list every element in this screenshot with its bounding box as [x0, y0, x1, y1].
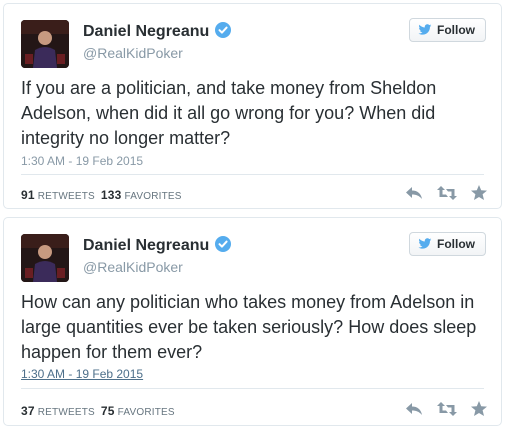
reply-icon[interactable] [405, 186, 423, 200]
twitter-bird-icon [418, 24, 432, 35]
user-name[interactable]: Daniel Negreanu [83, 22, 232, 41]
user-name[interactable]: Daniel Negreanu [83, 236, 232, 255]
retweet-count[interactable]: 91 [21, 188, 35, 202]
follow-button[interactable]: Follow [409, 18, 486, 42]
follow-button[interactable]: Follow [409, 232, 486, 256]
tweet-stats: 37 RETWEETS 75 FAVORITES [21, 404, 175, 418]
user-handle[interactable]: @RealKidPoker [83, 259, 183, 275]
favorite-count[interactable]: 133 [101, 188, 122, 202]
follow-label: Follow [437, 23, 475, 37]
tweet-card: Daniel Negreanu @RealKidPoker Follow How… [3, 217, 502, 426]
avatar[interactable] [21, 20, 69, 68]
tweet-stats: 91 RETWEETS 133 FAVORITES [21, 188, 182, 202]
favorites-label: FAVORITES [124, 191, 182, 202]
verified-badge-icon [215, 22, 232, 38]
tweet-card: Daniel Negreanu @RealKidPoker Follow If … [3, 3, 502, 209]
follow-label: Follow [437, 237, 475, 251]
favorite-star-icon[interactable] [471, 185, 487, 200]
retweets-label: RETWEETS [37, 191, 95, 202]
retweet-icon[interactable] [437, 185, 457, 200]
favorites-label: FAVORITES [117, 407, 175, 418]
avatar[interactable] [21, 234, 69, 282]
verified-badge-icon [215, 236, 232, 252]
reply-icon[interactable] [405, 402, 423, 416]
retweets-label: RETWEETS [37, 407, 95, 418]
tweet-timestamp[interactable]: 1:30 AM - 19 Feb 2015 [21, 367, 143, 381]
tweet-timestamp[interactable]: 1:30 AM - 19 Feb 2015 [21, 154, 143, 168]
tweet-actions [405, 185, 487, 200]
tweet-text: If you are a politician, and take money … [21, 78, 437, 148]
retweet-count[interactable]: 37 [21, 404, 35, 418]
favorite-star-icon[interactable] [471, 401, 487, 416]
tweet-actions [405, 401, 487, 416]
divider [21, 388, 484, 389]
twitter-bird-icon [418, 238, 432, 249]
retweet-icon[interactable] [437, 401, 457, 416]
user-handle[interactable]: @RealKidPoker [83, 45, 183, 61]
favorite-count[interactable]: 75 [101, 404, 115, 418]
divider [21, 174, 484, 175]
tweet-text: How can any politician who takes money f… [21, 292, 477, 362]
